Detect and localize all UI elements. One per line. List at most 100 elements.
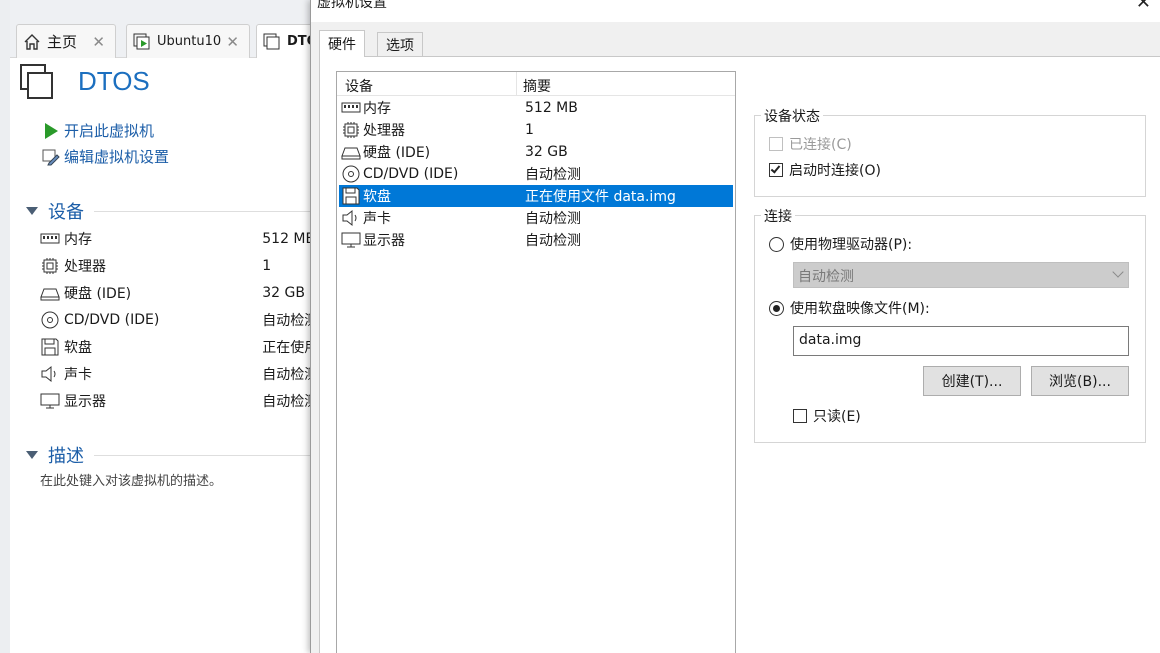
hardware-name: 处理器 [363,123,405,139]
vm-icon [20,64,54,100]
device-name: 声卡 [64,367,92,383]
processor-icon [40,257,60,275]
vm-library-window: 主页 ✕ Ubuntu10 ✕ DTOS DTOS 开启此虚拟机 编辑虚拟机设置… [0,0,336,653]
power-on-label: 开启此虚拟机 [64,122,155,140]
hardware-row-sound-card[interactable]: 声卡 自动检测 [339,207,733,229]
create-button[interactable]: 创建(T)... [923,366,1021,396]
memory-icon [40,230,60,248]
device-row-sound-card[interactable]: 声卡 自动检测 [40,361,320,387]
close-icon[interactable]: ✕ [226,33,239,51]
vm-icon [263,33,281,51]
display-icon [40,392,60,410]
device-row-cd-dvd[interactable]: CD/DVD (IDE) 自动检测 [40,307,320,333]
hardware-summary: 512 MB [525,100,578,116]
tab-hardware-label: 硬件 [328,37,356,53]
list-header: 设备 摘要 [337,72,735,96]
hardware-name: 软盘 [363,189,391,205]
description-placeholder[interactable]: 在此处键入对该虚拟机的描述。 [40,470,222,489]
home-icon [23,33,41,51]
devices-heading: 设备 [48,202,84,223]
device-row-floppy[interactable]: 软盘 正在使用 [40,334,320,360]
edit-settings-icon [42,148,60,166]
power-on-link[interactable]: 开启此虚拟机 [42,120,154,141]
description-section-header[interactable]: 描述 [26,442,326,468]
hardware-summary: 正在使用文件 data.img [525,189,676,205]
edit-settings-label: 编辑虚拟机设置 [64,148,170,166]
device-name: 硬盘 (IDE) [64,286,132,302]
hardware-name: 声卡 [363,211,391,227]
device-name: 内存 [64,232,92,248]
browse-button[interactable]: 浏览(B)... [1031,366,1129,396]
read-only-checkbox[interactable]: 只读(E) [793,406,861,426]
column-header-device[interactable]: 设备 [337,72,517,95]
tab-ubuntu10-label: Ubuntu10 [157,34,222,49]
use-floppy-image-radio[interactable]: 使用软盘映像文件(M): [769,298,930,318]
hardware-summary: 自动检测 [525,211,581,227]
device-name: 软盘 [64,340,92,356]
hardware-row-processor[interactable]: 处理器 1 [339,119,733,141]
hardware-list[interactable]: 设备 摘要 内存 512 MB 处理器 1 硬盘 (IDE) 32 GB CD/… [336,71,736,653]
radio-selected-dot [773,304,780,312]
vm-title: DTOS [78,66,150,96]
cd-dvd-icon [40,311,60,329]
use-physical-drive-radio[interactable]: 使用物理驱动器(P): [769,234,912,254]
hardware-name: 内存 [363,101,391,117]
physical-drive-select: 自动检测 [793,262,1129,288]
device-row-display[interactable]: 显示器 自动检测 [40,388,320,414]
devices-section-header[interactable]: 设备 [26,198,326,224]
edit-settings-link[interactable]: 编辑虚拟机设置 [42,146,169,167]
checkbox-box [793,409,807,423]
column-header-summary[interactable]: 摘要 [517,72,557,95]
close-icon[interactable]: ✕ [92,33,105,51]
hardware-row-floppy[interactable]: 软盘 正在使用文件 data.img [339,185,733,207]
hardware-summary: 32 GB [525,144,568,160]
device-status-legend: 设备状态 [761,106,823,126]
vm-settings-dialog: 虚拟机设置 ✕ 硬件 选项 设备 摘要 内存 512 MB 处理器 1 硬盘 (… [310,0,1160,653]
device-row-processor[interactable]: 处理器 1 [40,253,320,279]
hardware-row-cd-dvd[interactable]: CD/DVD (IDE) 自动检测 [339,163,733,185]
device-name: 处理器 [64,259,106,275]
hardware-summary: 1 [525,122,534,138]
hardware-row-hard-disk[interactable]: 硬盘 (IDE) 32 GB [339,141,733,163]
checkbox-box [769,137,783,151]
device-status-group: 设备状态 已连接(C) 启动时连接(O) [754,106,1146,197]
hardware-row-display[interactable]: 显示器 自动检测 [339,229,733,251]
display-icon [341,231,361,249]
connection-group: 连接 使用物理驱动器(P): 自动检测 使用软盘映像文件(M): data.im… [754,206,1146,443]
device-row-hard-disk[interactable]: 硬盘 (IDE) 32 GB [40,280,320,306]
cd-dvd-icon [341,165,361,183]
physical-drive-value: 自动检测 [798,269,854,285]
divider [94,210,326,212]
sound-card-icon [341,209,361,227]
device-row-memory[interactable]: 内存 512 MB [40,226,320,252]
device-name: CD/DVD (IDE) [64,312,160,328]
floppy-icon [341,187,361,205]
radio-circle [769,236,784,252]
processor-icon [341,121,361,139]
floppy-icon [40,338,60,356]
checkmark-icon [770,163,781,174]
hardware-tab-panel: 设备 摘要 内存 512 MB 处理器 1 硬盘 (IDE) 32 GB CD/… [319,56,1160,653]
connected-label: 已连接(C) [789,137,852,153]
tab-hardware[interactable]: 硬件 [319,30,365,57]
read-only-label: 只读(E) [813,409,861,425]
hardware-row-memory[interactable]: 内存 512 MB [339,97,733,119]
close-icon[interactable]: ✕ [1136,0,1151,13]
floppy-image-path-input[interactable]: data.img [793,326,1129,356]
description-heading: 描述 [48,446,84,467]
hardware-name: 硬盘 (IDE) [363,145,431,161]
tab-options[interactable]: 选项 [377,32,423,57]
connect-at-power-on-checkbox[interactable]: 启动时连接(O) [769,160,881,180]
hard-disk-icon [341,143,361,161]
tab-home[interactable]: 主页 ✕ [16,24,116,58]
hardware-name: CD/DVD (IDE) [363,166,459,182]
vm-header: DTOS [18,62,318,102]
tab-ubuntu10[interactable]: Ubuntu10 ✕ [126,24,250,58]
dialog-titlebar[interactable]: 虚拟机设置 ✕ [311,0,1160,22]
memory-icon [341,99,361,117]
tab-home-label: 主页 [47,33,78,51]
collapse-triangle-icon [26,451,38,459]
hardware-summary: 自动检测 [525,167,581,183]
sound-card-icon [40,365,60,383]
hardware-name: 显示器 [363,233,405,249]
